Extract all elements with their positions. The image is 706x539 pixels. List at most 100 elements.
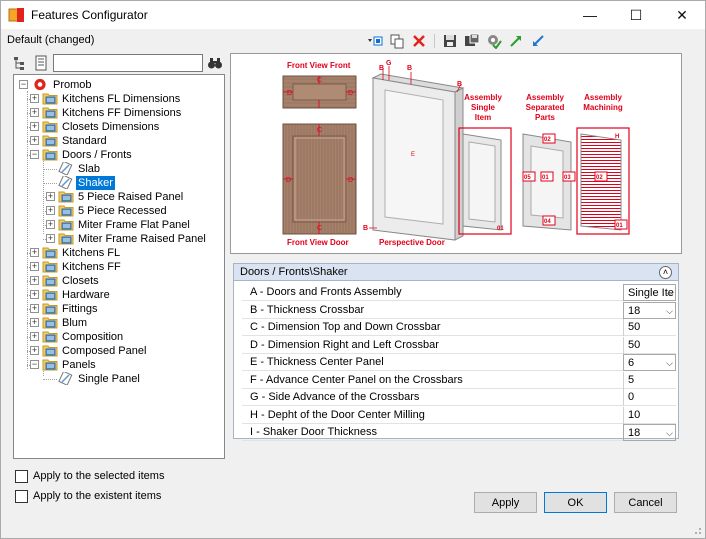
tree-view-icon[interactable] <box>13 55 29 71</box>
property-value-field[interactable]: 50 <box>623 336 676 354</box>
expand-toggle[interactable]: + <box>46 234 55 243</box>
tree-label: 5 Piece Raised Panel <box>78 191 184 203</box>
collapse-arrow-icon <box>533 35 544 46</box>
folder-icon <box>42 303 58 315</box>
expand-toggle[interactable]: + <box>30 94 39 103</box>
property-value: 18 <box>628 304 641 317</box>
folder-icon <box>42 331 58 343</box>
copy-button[interactable] <box>389 33 405 49</box>
collapse-toggle[interactable]: − <box>19 80 28 89</box>
expand-toggle[interactable]: + <box>30 346 39 355</box>
property-value-dropdown[interactable]: 6 ⌵ <box>623 354 676 371</box>
property-value-dropdown[interactable]: 18 ⌵ <box>623 301 676 319</box>
select-preset-dropdown[interactable] <box>367 33 383 49</box>
tree-label: Closets Dimensions <box>62 121 160 133</box>
close-window-button[interactable]: ✕ <box>659 1 705 29</box>
property-name: C - Dimension Top and Down Crossbar <box>250 321 441 333</box>
property-row-h: H - Depht of the Door Center Milling 10 <box>242 406 676 424</box>
chevron-down-icon[interactable]: ⌵ <box>666 285 673 300</box>
search-input[interactable] <box>53 54 203 72</box>
settings-button[interactable] <box>486 33 502 49</box>
property-value-field[interactable]: 50 <box>623 319 676 336</box>
save-as-icon <box>465 33 480 46</box>
tree-view-tools <box>13 54 49 72</box>
folder-icon <box>42 359 58 371</box>
property-value: 0 <box>628 391 635 403</box>
expand-toggle[interactable]: + <box>30 318 39 327</box>
folder-icon <box>58 191 74 203</box>
property-row-c: C - Dimension Top and Down Crossbar 50 <box>242 319 676 336</box>
title-bar: Features Configurator — ☐ ✕ <box>1 1 705 29</box>
separated-code-04: 04 <box>544 219 551 225</box>
folder-icon <box>42 345 58 357</box>
apply-existent-option[interactable]: Apply to the existent items <box>15 489 161 503</box>
folder-icon <box>58 233 74 245</box>
expand-toggle[interactable]: + <box>30 304 39 313</box>
door-dim-d-right: D <box>348 177 353 184</box>
apply-selected-option[interactable]: Apply to the selected items <box>15 469 164 483</box>
apply-existent-checkbox[interactable] <box>15 489 28 503</box>
chevron-down-icon[interactable]: ⌵ <box>666 355 673 370</box>
tree-label: Blum <box>62 317 88 329</box>
property-row-e: E - Thickness Center Panel 6 ⌵ <box>242 354 676 371</box>
property-row-d: D - Dimension Right and Left Crossbar 50 <box>242 336 676 354</box>
collapse-section-button[interactable]: ˄ <box>659 266 672 279</box>
tree-label: Kitchens FF <box>62 261 121 273</box>
property-row-b: B - Thickness Crossbar 18 ⌵ <box>242 301 676 319</box>
save-as-button[interactable] <box>464 33 480 49</box>
ok-button[interactable]: OK <box>544 492 607 513</box>
tree-label: Kitchens FL <box>62 247 121 259</box>
list-view-icon[interactable] <box>33 55 49 71</box>
property-row-g: G - Side Advance of the Crossbars 0 <box>242 389 676 406</box>
property-value-dropdown[interactable]: Single Ite ⌵ <box>623 284 676 301</box>
expand-toggle[interactable]: + <box>30 122 39 131</box>
cancel-button[interactable]: Cancel <box>614 492 677 513</box>
folder-icon <box>42 247 58 259</box>
property-value-dropdown[interactable]: 18 ⌵ <box>623 424 676 441</box>
collapse-button[interactable] <box>530 33 546 49</box>
property-name: B - Thickness Crossbar <box>250 303 365 316</box>
folder-icon <box>42 93 58 105</box>
property-value-field[interactable]: 0 <box>623 389 676 406</box>
assembly-separated-title-2: Separated <box>526 103 565 112</box>
apply-selected-label: Apply to the selected items <box>33 470 165 482</box>
apply-button[interactable]: Apply <box>474 492 537 513</box>
expand-toggle[interactable]: + <box>30 248 39 257</box>
assembly-single-title-2: Single <box>471 103 496 112</box>
save-button[interactable] <box>442 33 458 49</box>
expand-toggle[interactable]: + <box>30 276 39 285</box>
expand-toggle[interactable]: + <box>30 290 39 299</box>
door-dim-d-left: D <box>286 177 291 184</box>
feature-preview-image: Front View Front C D D C C D D Front Vie… <box>230 53 682 254</box>
chevron-down-icon[interactable]: ⌵ <box>666 425 673 440</box>
minimize-button[interactable]: — <box>567 1 613 29</box>
expand-toggle[interactable]: + <box>30 136 39 145</box>
property-value: 10 <box>628 408 641 421</box>
collapse-toggle[interactable]: − <box>30 150 39 159</box>
resize-grip-icon[interactable] <box>692 525 702 535</box>
assembly-machining-title-2: Machining <box>583 103 623 112</box>
chevron-down-icon[interactable]: ⌵ <box>666 303 673 318</box>
expand-toggle[interactable]: + <box>46 206 55 215</box>
delete-button[interactable] <box>411 33 427 49</box>
gear-check-icon <box>488 35 502 49</box>
expand-toggle[interactable]: + <box>30 332 39 341</box>
property-value-field[interactable]: 10 <box>623 406 676 424</box>
door-dim-c-top: C <box>317 127 322 134</box>
expand-toggle[interactable]: + <box>30 108 39 117</box>
tree-label: Composed Panel <box>62 345 147 357</box>
expand-toggle[interactable]: + <box>46 220 55 229</box>
copy-icon <box>390 34 404 49</box>
expand-toggle[interactable]: + <box>30 262 39 271</box>
expand-button[interactable] <box>508 33 524 49</box>
features-tree[interactable]: − Promob + Kitchens FL Dimensions + Kitchen… <box>13 74 225 459</box>
maximize-button[interactable]: ☐ <box>613 1 659 29</box>
search-icon[interactable] <box>207 55 223 71</box>
folder-icon <box>42 317 58 329</box>
assembly-separated-title-1: Assembly <box>526 93 564 102</box>
apply-selected-checkbox[interactable] <box>15 469 28 483</box>
property-value-field[interactable]: 5 <box>623 371 676 389</box>
persp-g-label: G <box>386 60 392 67</box>
expand-toggle[interactable]: + <box>46 192 55 201</box>
collapse-toggle[interactable]: − <box>30 360 39 369</box>
